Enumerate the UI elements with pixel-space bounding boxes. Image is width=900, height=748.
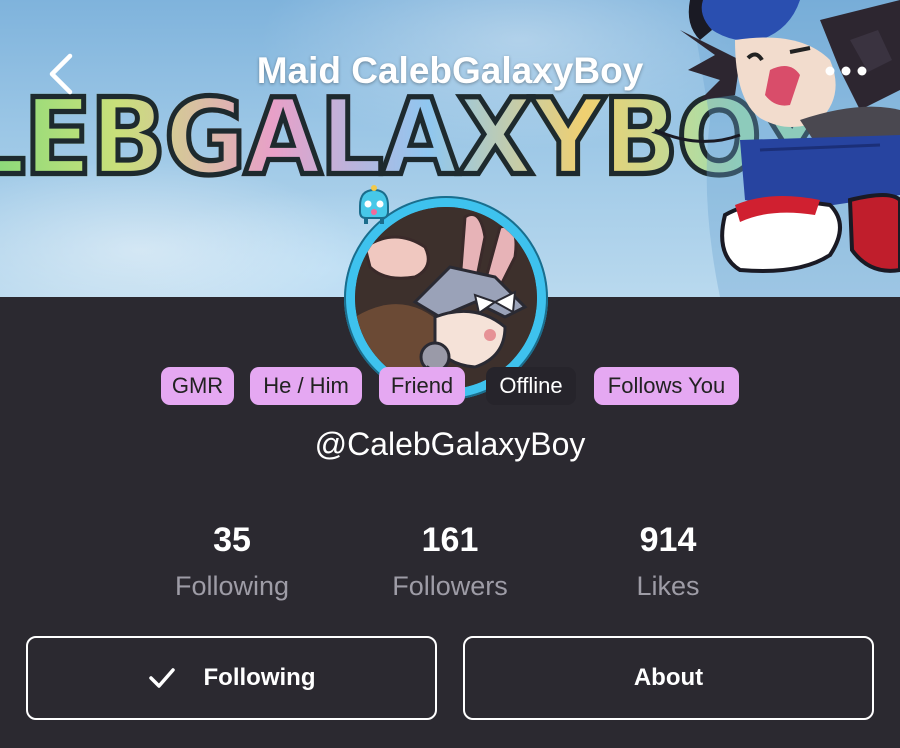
tag-status-offline: Offline — [486, 367, 576, 405]
avatar-image — [355, 207, 537, 389]
following-button[interactable]: Following — [26, 636, 437, 720]
profile-tags: GMR He / Him Friend Offline Follows You — [0, 367, 900, 405]
stat-following[interactable]: 35 Following — [122, 520, 342, 602]
more-horizontal-icon — [825, 66, 867, 76]
followers-count: 161 — [421, 521, 479, 559]
about-button[interactable]: About — [463, 636, 874, 720]
tag-pronouns[interactable]: He / Him — [250, 367, 362, 405]
username-handle: @CalebGalaxyBoy — [314, 426, 586, 462]
following-button-label: Following — [203, 664, 316, 691]
robot-badge-icon — [359, 185, 389, 224]
tag-gmr[interactable]: GMR — [161, 367, 234, 405]
followers-label: Followers — [392, 571, 508, 601]
page-title: Maid CalebGalaxyBoy — [256, 50, 644, 91]
about-button-label: About — [633, 664, 704, 691]
more-options-button[interactable] — [822, 58, 870, 84]
stat-followers[interactable]: 161 Followers — [340, 520, 560, 602]
check-icon — [148, 668, 175, 688]
likes-label: Likes — [636, 571, 700, 601]
likes-count: 914 — [639, 521, 697, 559]
tag-follows-you[interactable]: Follows You — [594, 367, 739, 405]
chevron-left-icon — [49, 53, 73, 95]
back-button[interactable] — [40, 52, 84, 96]
stat-likes[interactable]: 914 Likes — [558, 520, 778, 602]
following-label: Following — [174, 571, 290, 601]
tag-friend[interactable]: Friend — [379, 367, 465, 405]
following-count: 35 — [213, 521, 251, 559]
